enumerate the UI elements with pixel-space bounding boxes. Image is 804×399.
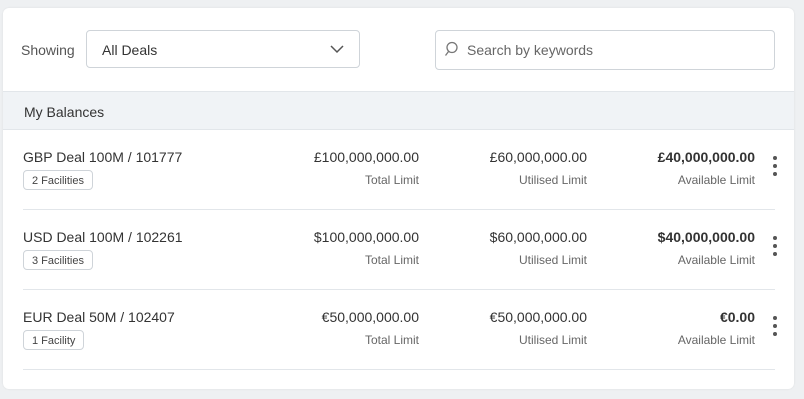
available-limit-label: Available Limit bbox=[677, 253, 755, 267]
utilised-limit-label: Utilised Limit bbox=[518, 333, 587, 347]
utilised-limit-value: $60,000,000.00 bbox=[489, 229, 587, 245]
total-limit-value: £100,000,000.00 bbox=[313, 149, 419, 165]
deals-list: GBP Deal 100M / 101777 2 Facilities £100… bbox=[23, 130, 777, 370]
search-icon bbox=[445, 41, 458, 56]
available-limit-label: Available Limit bbox=[677, 333, 755, 347]
deal-row[interactable]: USD Deal 100M / 102261 3 Facilities $100… bbox=[23, 210, 777, 290]
search-box bbox=[435, 30, 775, 70]
utilised-limit-label: Utilised Limit bbox=[518, 253, 587, 267]
utilised-limit-label: Utilised Limit bbox=[518, 173, 587, 187]
deal-name: USD Deal 100M / 102261 bbox=[23, 229, 183, 245]
utilised-limit-value: £60,000,000.00 bbox=[489, 149, 587, 165]
deal-row[interactable]: GBP Deal 100M / 101777 2 Facilities £100… bbox=[23, 130, 777, 210]
filter-bar: Showing All Deals bbox=[3, 8, 794, 91]
more-vertical-icon[interactable] bbox=[769, 316, 781, 344]
deal-name: GBP Deal 100M / 101777 bbox=[23, 149, 183, 165]
available-limit-value: £40,000,000.00 bbox=[657, 149, 755, 165]
total-limit-label: Total Limit bbox=[364, 253, 419, 267]
available-limit-value: €0.00 bbox=[719, 309, 755, 325]
more-vertical-icon[interactable] bbox=[769, 156, 781, 184]
total-limit-value: $100,000,000.00 bbox=[313, 229, 419, 245]
available-limit-label: Available Limit bbox=[677, 173, 755, 187]
facilities-badge[interactable]: 3 Facilities bbox=[23, 250, 93, 270]
section-title: My Balances bbox=[24, 104, 105, 120]
total-limit-label: Total Limit bbox=[364, 333, 419, 347]
total-limit-label: Total Limit bbox=[364, 173, 419, 187]
utilised-limit-value: €50,000,000.00 bbox=[489, 309, 587, 325]
deal-filter-select[interactable]: All Deals bbox=[86, 30, 360, 68]
total-limit-value: €50,000,000.00 bbox=[321, 309, 419, 325]
facilities-badge[interactable]: 2 Facilities bbox=[23, 170, 93, 190]
deal-row[interactable]: EUR Deal 50M / 102407 1 Facility €50,000… bbox=[23, 290, 777, 370]
showing-label: Showing bbox=[21, 42, 75, 58]
deal-name: EUR Deal 50M / 102407 bbox=[23, 309, 175, 325]
section-header: My Balances bbox=[3, 91, 794, 130]
chevron-down-icon bbox=[330, 45, 344, 54]
facilities-badge[interactable]: 1 Facility bbox=[23, 330, 85, 350]
available-limit-value: $40,000,000.00 bbox=[657, 229, 755, 245]
deal-filter-value: All Deals bbox=[102, 42, 158, 58]
search-input[interactable] bbox=[467, 38, 757, 62]
balances-card: Showing All Deals My Balances GBP Deal 1… bbox=[3, 8, 794, 389]
more-vertical-icon[interactable] bbox=[769, 236, 781, 264]
